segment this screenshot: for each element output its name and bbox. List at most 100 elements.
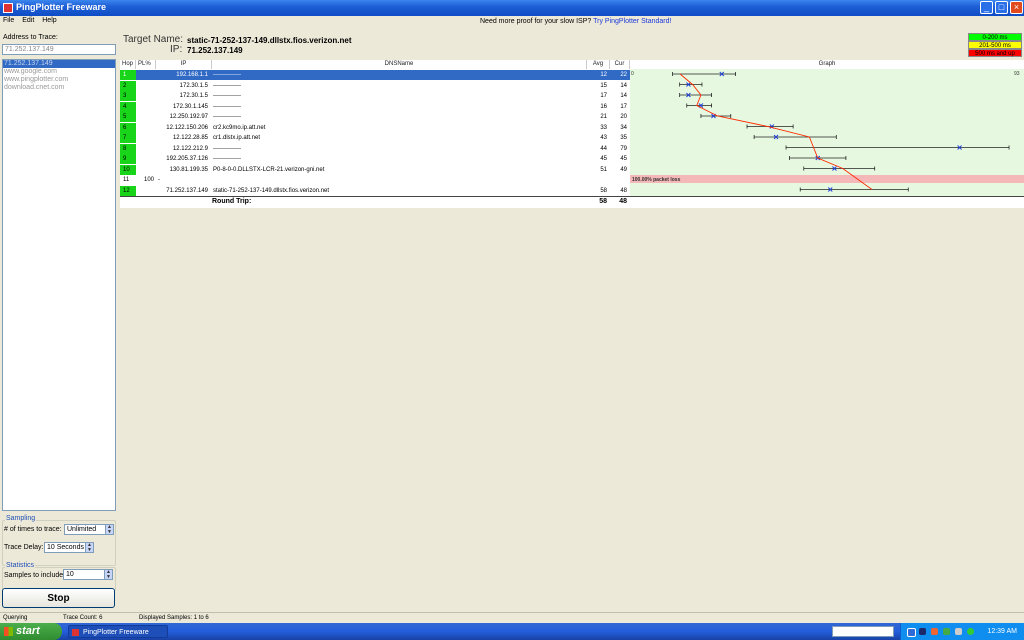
spin-arrows-icon[interactable]: ▲ ▼	[105, 525, 113, 535]
taskbar-item-pingplotter[interactable]: PingPlotter Freeware	[68, 625, 168, 638]
dns-cell: --------------	[213, 72, 241, 78]
start-button[interactable]: start	[0, 623, 62, 640]
system-tray: 12:39 AM	[900, 623, 1024, 640]
latency-graph[interactable]: 0 93 100.00% packet loss	[630, 69, 1024, 196]
app-icon	[3, 3, 13, 13]
cur-cell: 20	[620, 114, 627, 120]
update-icon[interactable]	[967, 628, 974, 635]
sampling-title: Sampling	[5, 515, 37, 522]
cur-cell: 14	[620, 93, 627, 99]
hop-cell: 9	[120, 154, 136, 164]
hop-cell: 8	[120, 143, 136, 154]
promo-banner: Need more proof for your slow ISP? Try P…	[480, 18, 671, 25]
dns-cell: --------------	[213, 82, 241, 89]
cur-cell: 79	[620, 145, 627, 152]
trace-grid: Hop PL% IP DNSName Avg Cur Graph 1 192.16…	[120, 60, 1024, 208]
maximize-button[interactable]: □	[995, 1, 1008, 14]
volume-icon[interactable]	[955, 628, 962, 635]
history-item[interactable]: www.pingplotter.com	[3, 76, 115, 84]
help-icon[interactable]	[907, 628, 916, 637]
legend-yellow: 201-500 ms	[968, 41, 1022, 49]
status-state: Querying	[3, 615, 28, 621]
header-dns[interactable]: DNSName	[212, 60, 587, 69]
header-pl[interactable]: PL%	[136, 60, 156, 69]
header-hop[interactable]: Hop	[120, 60, 136, 69]
history-item[interactable]: download.cnet.com	[3, 84, 115, 92]
spin-arrows-icon[interactable]: ▲ ▼	[85, 543, 93, 553]
hop-cell: 5	[120, 112, 136, 122]
hop-cell: 12	[120, 185, 136, 196]
ip-cell: 12.250.192.97	[169, 114, 208, 120]
status-displayed: Displayed Samples: 1 to 6	[139, 615, 209, 621]
target-ip-value: 71.252.137.149	[187, 46, 243, 55]
target-ip-label: IP:	[170, 44, 183, 55]
ip-cell: 12.122.28.85	[172, 135, 208, 141]
dns-cell: --------------	[213, 156, 241, 162]
dns-cell: static-71-252-137-149.dllstx.fios.verizo…	[213, 187, 330, 194]
cur-cell: 14	[620, 82, 627, 89]
header-avg[interactable]: Avg	[587, 60, 610, 69]
spin-arrows-icon[interactable]: ▲ ▼	[104, 570, 112, 580]
hop-cell: 6	[120, 122, 136, 133]
packet-loss-bar	[630, 175, 1024, 183]
times-value: Unlimited	[67, 526, 97, 533]
header-ip[interactable]: IP	[156, 60, 212, 69]
avg-cell: 17	[600, 93, 607, 99]
statistics-title: Statistics	[5, 562, 36, 569]
cur-cell: 35	[620, 135, 627, 141]
header-graph[interactable]: Graph	[630, 60, 1024, 69]
monitor-icon[interactable]	[919, 628, 926, 635]
graph-scale-max: 93	[1014, 71, 1020, 77]
pl-cell: 100	[144, 177, 155, 183]
taskbar: start PingPlotter Freeware 12:39 AM	[0, 623, 1024, 640]
minimize-button[interactable]: _	[980, 1, 993, 14]
graph-scale-min: 0	[631, 71, 634, 77]
menu-help[interactable]: Help	[39, 16, 59, 25]
hop-cell: 10	[120, 164, 136, 175]
cur-cell: 48	[620, 187, 627, 194]
menu-edit[interactable]: Edit	[19, 16, 37, 25]
avg-cell: 58	[600, 187, 607, 194]
stop-button[interactable]: Stop	[2, 588, 115, 608]
status-bar: Querying Trace Count: 6 Displayed Sample…	[0, 612, 1024, 623]
ip-cell: 172.30.1.5	[179, 93, 208, 99]
hop-cell: 1	[120, 70, 136, 80]
cur-cell: 22	[620, 72, 627, 78]
roundtrip-row: Round Trip: 58 48	[120, 196, 1024, 207]
cur-cell: 49	[620, 166, 627, 173]
dns-cell: --------------	[213, 145, 241, 152]
network-icon[interactable]	[931, 628, 938, 635]
address-history-list[interactable]: 71.252.137.149 www.google.com www.pingpl…	[2, 59, 116, 511]
times-select[interactable]: Unlimited ▲ ▼	[64, 524, 114, 535]
title-bar: PingPlotter Freeware _ □ ×	[0, 0, 1024, 16]
ip-cell: 130.81.199.35	[169, 166, 208, 173]
roundtrip-label: Round Trip:	[212, 198, 252, 205]
ip-cell: -	[158, 177, 160, 183]
history-item[interactable]: www.google.com	[3, 68, 115, 76]
shield-icon[interactable]	[943, 628, 950, 635]
dns-cell: --------------	[213, 93, 241, 99]
ip-cell: 172.30.1.5	[179, 82, 208, 89]
close-button[interactable]: ×	[1010, 1, 1023, 14]
ip-cell: 12.122.150.206	[166, 124, 208, 131]
roundtrip-cur: 48	[619, 198, 627, 205]
address-input[interactable]: 71.252.137.149	[2, 44, 116, 55]
header-cur[interactable]: Cur	[610, 60, 630, 69]
samples-select[interactable]: 10 ▲ ▼	[63, 569, 113, 580]
dns-cell: P0-8-0-0.DLLSTX-LCR-21.verizon-gni.net	[213, 166, 325, 173]
menu-file[interactable]: File	[0, 16, 17, 25]
promo-text: Need more proof for your slow ISP?	[480, 18, 592, 25]
delay-value: 10 Seconds	[47, 544, 84, 551]
taskbar-item-label: PingPlotter Freeware	[83, 629, 149, 636]
times-label: # of times to trace:	[4, 526, 62, 533]
promo-link[interactable]: Try PingPlotter Standard!	[593, 18, 671, 25]
taskbar-clock: 12:39 AM	[987, 628, 1017, 635]
taskbar-search-box[interactable]	[832, 626, 894, 637]
history-item[interactable]: 71.252.137.149	[3, 60, 115, 68]
roundtrip-avg: 58	[599, 198, 607, 205]
avg-cell: 12	[600, 72, 607, 78]
cur-cell	[612, 175, 627, 185]
packet-loss-label: 100.00% packet loss	[632, 177, 681, 183]
window-title: PingPlotter Freeware	[16, 2, 107, 12]
delay-select[interactable]: 10 Seconds ▲ ▼	[44, 542, 94, 553]
